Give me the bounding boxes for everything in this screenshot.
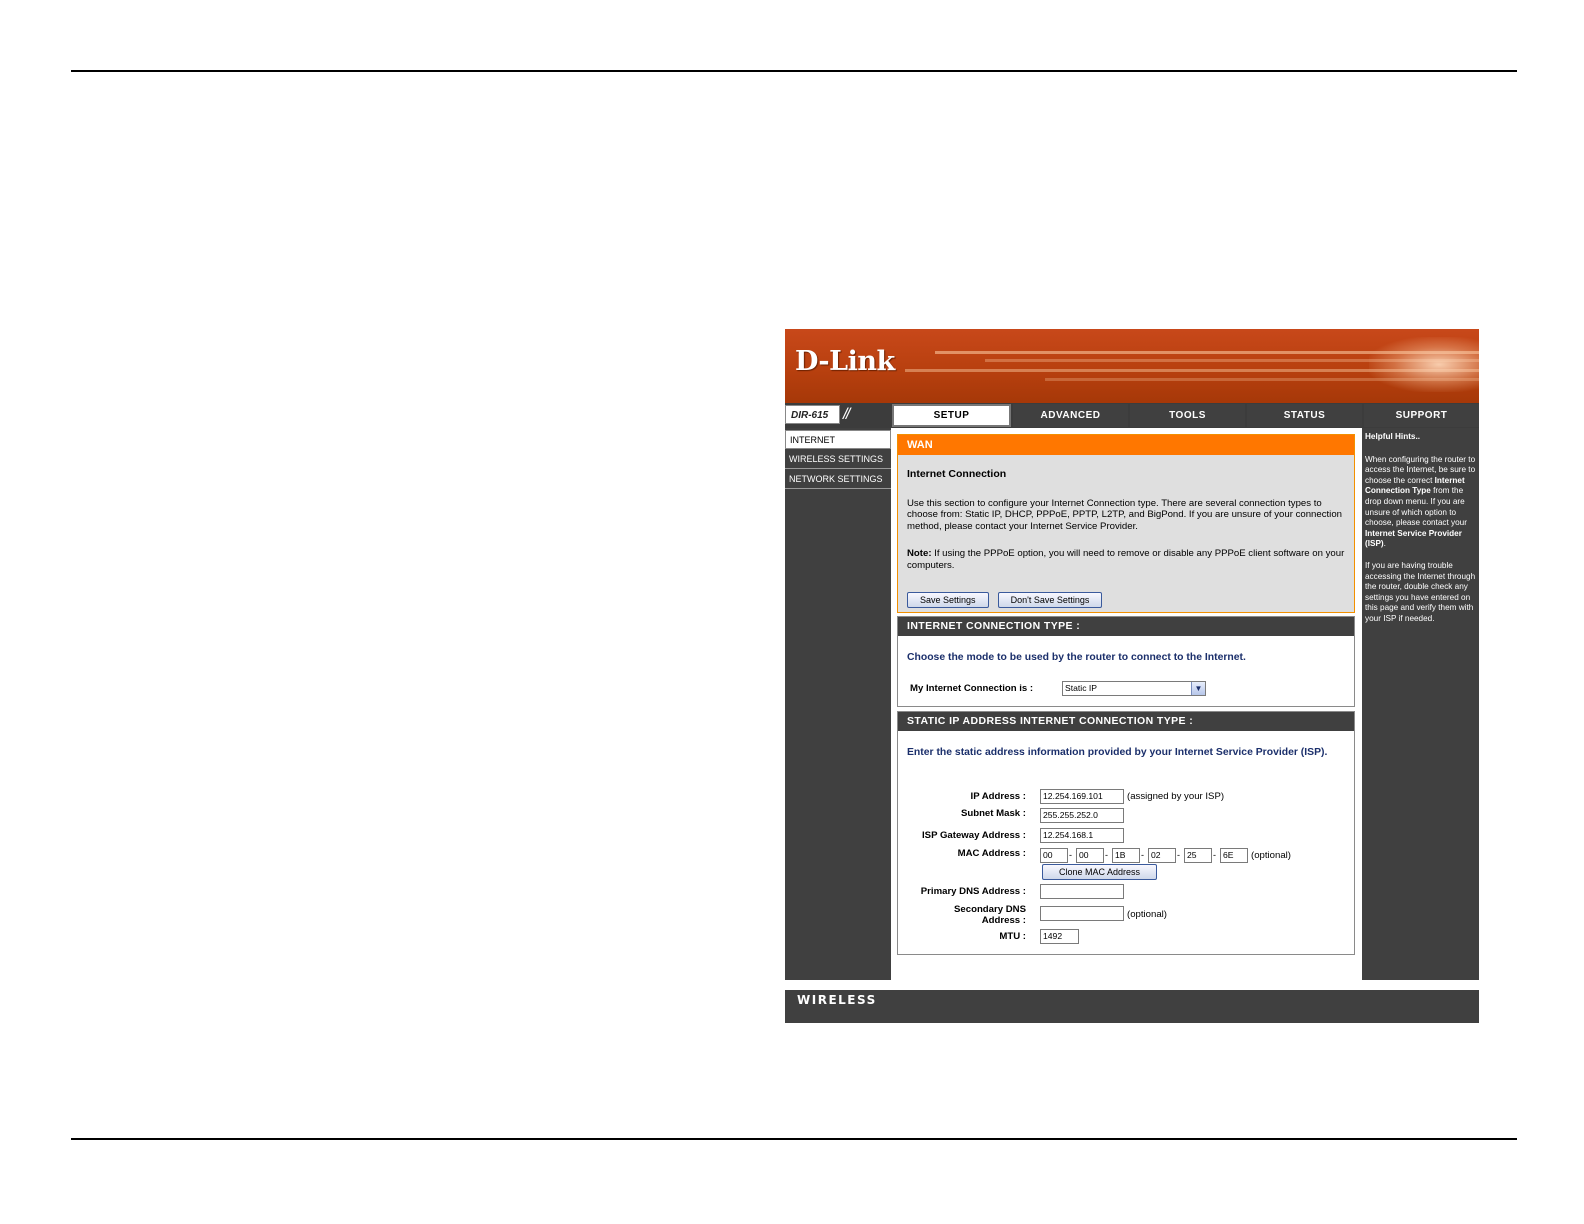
connection-type-selected: Static IP bbox=[1065, 683, 1097, 693]
hint-text: . bbox=[1383, 539, 1386, 549]
wan-panel: WAN Internet Connection Use this section… bbox=[897, 434, 1355, 613]
mac-separator: - bbox=[1141, 850, 1144, 860]
mac-octet-3-input[interactable]: 1B bbox=[1112, 848, 1140, 863]
ip-address-label: IP Address : bbox=[970, 791, 1026, 802]
ip-address-input[interactable]: 12.254.169.101 bbox=[1040, 789, 1124, 804]
subnet-mask-label: Subnet Mask : bbox=[960, 808, 1026, 819]
wan-button-row: Save Settings Don't Save Settings bbox=[907, 588, 1106, 608]
gateway-label: ISP Gateway Address : bbox=[922, 830, 1026, 841]
footer-wireless-text: WIRELESS bbox=[797, 993, 877, 1007]
model-badge: DIR-615 bbox=[785, 405, 840, 424]
mac-separator: - bbox=[1069, 850, 1072, 860]
connection-type-prompt: Choose the mode to be used by the router… bbox=[907, 652, 1246, 663]
secondary-dns-label-line1: Secondary DNS bbox=[954, 904, 1026, 915]
hints-title: Helpful Hints.. bbox=[1365, 432, 1421, 441]
save-settings-button[interactable]: Save Settings bbox=[907, 592, 989, 608]
mac-octet-4-input[interactable]: 02 bbox=[1148, 848, 1176, 863]
mac-separator: - bbox=[1177, 850, 1180, 860]
mac-separator: - bbox=[1213, 850, 1216, 860]
mac-octet-2-input[interactable]: 00 bbox=[1076, 848, 1104, 863]
primary-dns-input[interactable] bbox=[1040, 884, 1124, 899]
mtu-label: MTU : bbox=[999, 931, 1026, 942]
mac-octet-6-input[interactable]: 6E bbox=[1220, 848, 1248, 863]
mac-octet-5-input[interactable]: 25 bbox=[1184, 848, 1212, 863]
mac-separator: - bbox=[1105, 850, 1108, 860]
footer-bar: WIRELESS bbox=[785, 980, 1479, 1023]
note-text: If using the PPPoE option, you will need… bbox=[907, 548, 1345, 571]
tab-bar: SETUP ADVANCED TOOLS STATUS SUPPORT bbox=[892, 403, 1479, 428]
primary-dns-label: Primary DNS Address : bbox=[920, 886, 1026, 897]
connection-type-panel: INTERNET CONNECTION TYPE : Choose the mo… bbox=[897, 616, 1355, 707]
static-ip-header: STATIC IP ADDRESS INTERNET CONNECTION TY… bbox=[898, 712, 1354, 731]
wan-note: Note: If using the PPPoE option, you wil… bbox=[907, 548, 1345, 571]
sidebar-item-internet[interactable]: INTERNET bbox=[785, 430, 891, 449]
mac-address-label: MAC Address : bbox=[957, 848, 1026, 859]
wan-description: Use this section to configure your Inter… bbox=[907, 497, 1342, 532]
ip-address-note: (assigned by your ISP) bbox=[1127, 791, 1225, 802]
mtu-input[interactable]: 1492 bbox=[1040, 929, 1079, 944]
subnet-mask-input[interactable]: 255.255.252.0 bbox=[1040, 808, 1124, 823]
hints-paragraph-1: When configuring the router to access th… bbox=[1365, 455, 1476, 550]
connection-type-select[interactable]: Static IP ▼ bbox=[1062, 681, 1206, 696]
dont-save-settings-button[interactable]: Don't Save Settings bbox=[997, 592, 1103, 608]
note-label: Note: bbox=[907, 548, 932, 559]
top-rule bbox=[71, 70, 1517, 72]
secondary-dns-optional-note: (optional) bbox=[1127, 909, 1167, 920]
tab-status[interactable]: STATUS bbox=[1247, 404, 1362, 427]
left-sidebar: INTERNET WIRELESS SETTINGS NETWORK SETTI… bbox=[785, 428, 891, 980]
router-admin-screenshot: D-Link DIR-615 / / SETUP ADVANCED TOOLS … bbox=[785, 329, 1479, 1023]
top-nav: DIR-615 / / SETUP ADVANCED TOOLS STATUS … bbox=[785, 403, 1479, 428]
connection-type-header: INTERNET CONNECTION TYPE : bbox=[898, 617, 1354, 636]
hint-emphasis: Internet Service Provider (ISP) bbox=[1365, 528, 1462, 549]
connection-type-label: My Internet Connection is : bbox=[910, 683, 1034, 694]
sidebar-item-network-settings[interactable]: NETWORK SETTINGS bbox=[785, 470, 891, 489]
hints-paragraph-2: If you are having trouble accessing the … bbox=[1365, 560, 1476, 623]
gateway-input[interactable]: 12.254.168.1 bbox=[1040, 828, 1124, 843]
wan-title: WAN bbox=[898, 435, 1354, 455]
slashes-decoration: / / bbox=[843, 406, 851, 423]
main-content: WAN Internet Connection Use this section… bbox=[891, 428, 1362, 980]
dlink-logo: D-Link bbox=[795, 346, 895, 377]
tab-advanced[interactable]: ADVANCED bbox=[1013, 404, 1128, 427]
mac-optional-note: (optional) bbox=[1251, 850, 1291, 861]
tab-tools[interactable]: TOOLS bbox=[1130, 404, 1245, 427]
helpful-hints-panel: Helpful Hints.. When configuring the rou… bbox=[1362, 428, 1479, 980]
static-ip-prompt: Enter the static address information pro… bbox=[907, 747, 1328, 758]
clone-mac-button[interactable]: Clone MAC Address bbox=[1042, 864, 1158, 880]
bottom-rule bbox=[71, 1138, 1517, 1140]
static-ip-panel: STATIC IP ADDRESS INTERNET CONNECTION TY… bbox=[897, 711, 1355, 955]
secondary-dns-input[interactable] bbox=[1040, 906, 1124, 921]
chevron-down-icon[interactable]: ▼ bbox=[1191, 682, 1205, 695]
secondary-dns-label-line2: Address : bbox=[981, 915, 1026, 926]
sidebar-item-wireless-settings[interactable]: WIRELESS SETTINGS bbox=[785, 450, 891, 469]
tab-support[interactable]: SUPPORT bbox=[1364, 404, 1479, 427]
wan-subtitle: Internet Connection bbox=[907, 468, 1007, 480]
header-banner: D-Link bbox=[785, 329, 1479, 403]
mac-octet-1-input[interactable]: 00 bbox=[1040, 848, 1068, 863]
tab-setup[interactable]: SETUP bbox=[892, 404, 1011, 427]
